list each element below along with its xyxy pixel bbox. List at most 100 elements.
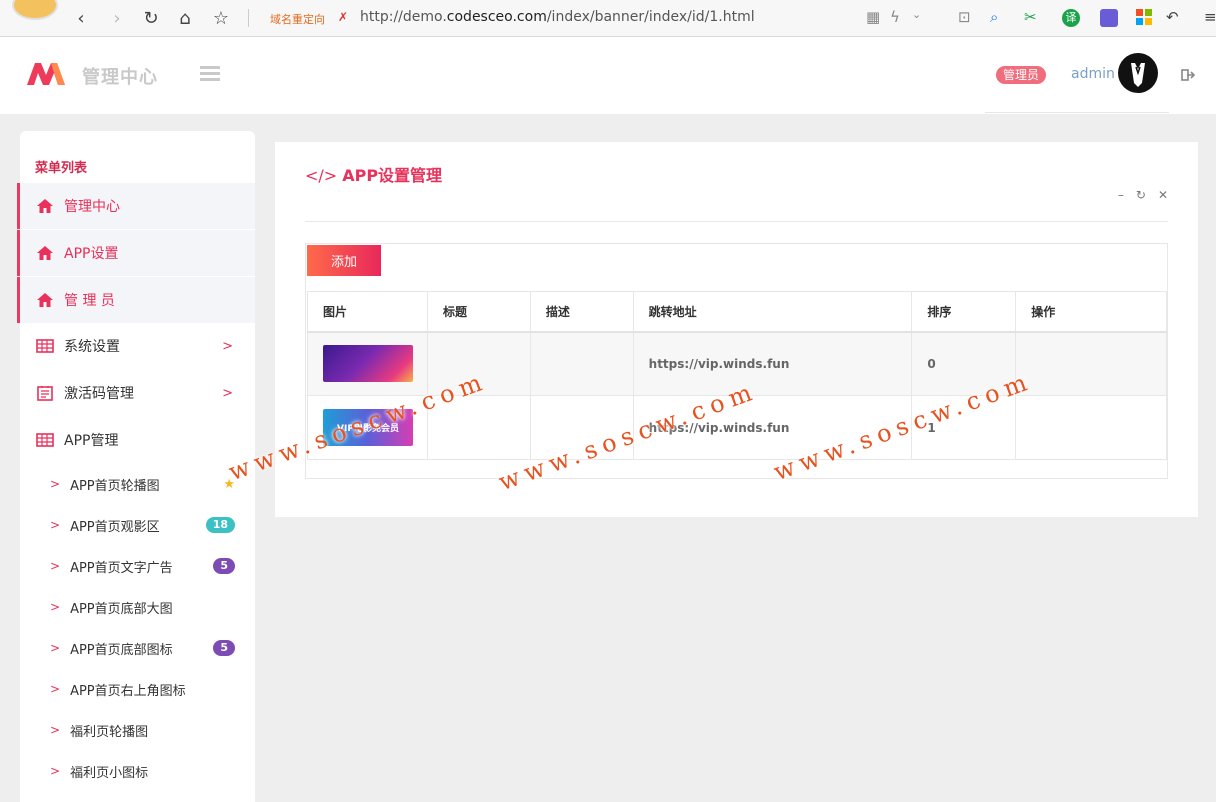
browser-logo-icon [12,0,58,20]
panel-title: </> APP设置管理 [305,162,442,186]
translate-icon[interactable]: 译 [1062,9,1080,27]
brand-logo [27,59,65,89]
address-bar[interactable]: http://demo.codesceo.com/index/banner/in… [360,9,755,25]
home-icon[interactable]: ⌂ [174,7,196,29]
apps-grid-icon[interactable] [1136,9,1152,29]
chevron-right-icon: > [50,600,61,614]
sidebar-item-administrators[interactable]: 管 理 员 [17,277,255,323]
banner-thumbnail[interactable]: VIP电影免会员 [323,409,413,446]
list-icon [36,384,54,402]
url-cell: https://vip.winds.fun [632,395,913,460]
sidebar-item-label: 管 理 员 [64,293,115,309]
home-icon [36,197,54,215]
submenu-item-label: APP首页底部图标 [70,642,173,658]
home-icon [36,291,54,309]
sidebar-item-app-settings[interactable]: APP设置 [17,230,255,276]
chevron-right-icon: > [50,723,61,737]
column-header: 操作 [1015,291,1167,333]
actions-cell [1015,395,1167,460]
sidebar-heading: 菜单列表 [35,161,88,176]
chevron-right-icon: > [50,477,61,491]
table-icon [36,337,54,355]
chevron-right-icon: > [50,641,61,655]
sidebar-item-activation-codes[interactable]: 激活码管理 > [20,370,255,416]
redirect-label: 域名重定向 [270,13,325,26]
lightning-icon[interactable]: ϟ [890,8,900,26]
column-header: 跳转地址 [632,291,913,333]
table-icon [36,431,54,449]
extension-purple-icon[interactable] [1100,9,1118,27]
count-badge: 5 [213,558,235,574]
image-cell: VIP电影免会员 [307,395,428,460]
submenu-item-label: 福利页轮播图 [70,724,149,740]
column-header: 图片 [307,291,428,333]
main-panel: </>APP设置管理 – ↻ ✕ 添加 图片 标题 描述 跳转地址 排序 操作 [275,142,1198,517]
description-cell [529,331,634,396]
sidebar-item-admin-center[interactable]: 管理中心 [17,183,255,229]
banner-thumbnail[interactable] [323,345,413,383]
chevron-right-icon: > [50,764,61,778]
url-path: /index/banner/index/id/1.html [546,9,755,25]
logout-icon[interactable] [1181,67,1196,81]
count-badge: 18 [205,517,235,533]
avatar[interactable] [1118,53,1158,93]
submenu-item-welfare-icons[interactable]: > 福利页小图标 [20,751,255,791]
insecure-cert-icon[interactable]: ✗ [338,10,348,24]
count-badge: 5 [213,640,235,656]
sidebar-item-app-management[interactable]: APP管理 [20,417,255,463]
title-cell [426,395,531,460]
search-extension-icon[interactable]: ⌕ [990,8,998,26]
sidebar-item-system-settings[interactable]: 系统设置 > [20,323,255,369]
sidebar-item-label: 系统设置 [64,339,120,355]
table-row[interactable]: https://vip.winds.fun 0 [307,331,1167,396]
forward-icon[interactable]: › [106,7,128,29]
qr-icon[interactable]: ▦ [866,8,880,26]
toolbar-divider [248,9,249,27]
sidebar-item-label: 激活码管理 [64,386,134,402]
browser-menu-icon[interactable]: ≡ [1204,8,1216,26]
chevron-right-icon: > [50,518,61,532]
screenshot-icon[interactable]: ⊡ [958,8,971,26]
undo-icon[interactable]: ↶ [1166,8,1179,26]
scissors-icon[interactable]: ✂ [1024,8,1037,26]
table-header-row: 图片 标题 描述 跳转地址 排序 操作 [307,291,1167,333]
sidebar-item-label: 管理中心 [64,199,120,215]
chevron-right-icon: > [222,386,233,401]
username-link[interactable]: admin [1071,66,1115,82]
submenu-item-label: APP首页轮播图 [70,478,160,494]
app-header: 管理中心 管理员 admin [0,37,1216,114]
minimize-icon[interactable]: – [1118,188,1124,202]
url-prefix: http://demo. [360,9,447,25]
menu-toggle-icon[interactable] [200,66,220,82]
browser-toolbar: ‹ › ↻ ⌂ ☆ 域名重定向 ✗ http://demo.codesceo.c… [0,0,1216,37]
code-icon: </> [305,166,338,185]
submenu-item-home-text-ad[interactable]: > APP首页文字广告 5 [20,546,255,586]
chevron-right-icon: > [50,559,61,573]
submenu-item-home-corner-icons[interactable]: > APP首页右上角图标 [20,669,255,709]
submenu-item-home-bottom-image[interactable]: > APP首页底部大图 [20,587,255,627]
header-divider [985,112,1169,113]
submenu-item-welfare-carousel[interactable]: > 福利页轮播图 [20,710,255,750]
sidebar-item-label: APP设置 [64,246,119,262]
submenu-item-home-carousel[interactable]: > APP首页轮播图 ★ [20,464,255,504]
actions-cell [1015,331,1167,396]
dropdown-chevron-icon[interactable]: ⌄ [912,8,921,21]
panel-tools: – ↻ ✕ [1118,188,1168,202]
bookmark-star-icon[interactable]: ☆ [210,7,232,29]
title-cell [426,331,531,396]
description-cell [529,395,634,460]
submenu-item-home-bottom-icons[interactable]: > APP首页底部图标 5 [20,628,255,668]
submenu-item-label: APP首页右上角图标 [70,683,186,699]
submenu-item-label: APP首页观影区 [70,519,160,535]
add-button[interactable]: 添加 [307,245,381,276]
header-title: 管理中心 [82,67,158,88]
refresh-icon[interactable]: ↻ [1136,188,1146,202]
submenu-item-label: APP首页底部大图 [70,601,173,617]
table-row[interactable]: VIP电影免会员 https://vip.winds.fun 1 [307,395,1167,460]
role-badge: 管理员 [996,66,1047,84]
image-cell [307,331,428,396]
close-icon[interactable]: ✕ [1158,188,1168,202]
submenu-item-home-viewing[interactable]: > APP首页观影区 18 [20,505,255,545]
back-icon[interactable]: ‹ [70,7,92,29]
reload-icon[interactable]: ↻ [140,7,162,29]
